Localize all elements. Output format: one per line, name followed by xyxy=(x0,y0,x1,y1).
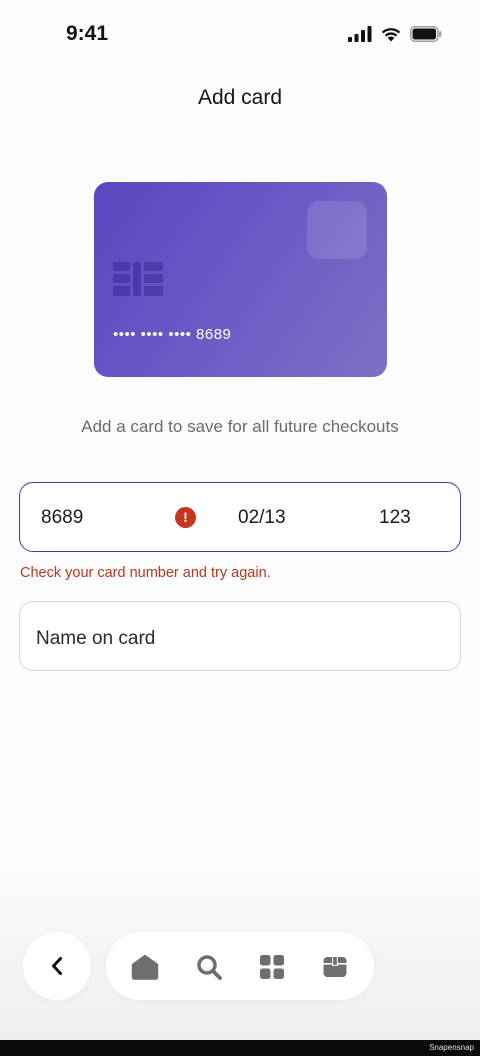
status-time: 9:41 xyxy=(66,22,109,45)
nav-orders[interactable] xyxy=(320,952,350,982)
name-on-card-placeholder: Name on card xyxy=(36,628,156,649)
subtitle: Add a card to save for all future checko… xyxy=(81,417,399,436)
nav-search[interactable] xyxy=(194,952,224,982)
wifi-icon xyxy=(381,28,401,42)
search-icon xyxy=(197,955,222,980)
status-bar: 9:41 xyxy=(0,0,480,70)
home-icon xyxy=(131,954,159,980)
card-number-input[interactable]: 8689 xyxy=(41,507,83,529)
nav-grid[interactable] xyxy=(257,952,287,982)
expiry-input[interactable]: 02/13 xyxy=(238,507,286,529)
back-button[interactable] xyxy=(23,932,91,1000)
grid-icon xyxy=(260,955,284,979)
card-details-field[interactable]: 8689 ! 02/13 123 xyxy=(19,482,461,552)
card-preview: •••• •••• •••• 8689 xyxy=(94,182,387,377)
card-contactless-square xyxy=(307,201,367,259)
bottom-nav xyxy=(106,932,374,1000)
footer-bar: Snapensnap xyxy=(0,1040,480,1056)
status-icons xyxy=(348,26,442,42)
name-on-card-input[interactable]: Name on card xyxy=(19,601,461,671)
nav-home[interactable] xyxy=(130,952,160,982)
battery-icon xyxy=(410,26,442,42)
cellular-signal-icon xyxy=(348,26,372,42)
page-title: Add card xyxy=(197,86,283,109)
card-chip-icon xyxy=(113,262,163,296)
card-masked-number: •••• •••• •••• 8689 xyxy=(113,326,232,343)
chevron-left-icon xyxy=(52,957,62,975)
package-icon xyxy=(323,957,347,977)
watermark: Snapensnap xyxy=(429,1043,474,1052)
cvc-input[interactable]: 123 xyxy=(379,507,411,529)
card-error-message: Check your card number and try again. xyxy=(20,565,271,581)
error-icon: ! xyxy=(175,507,196,528)
